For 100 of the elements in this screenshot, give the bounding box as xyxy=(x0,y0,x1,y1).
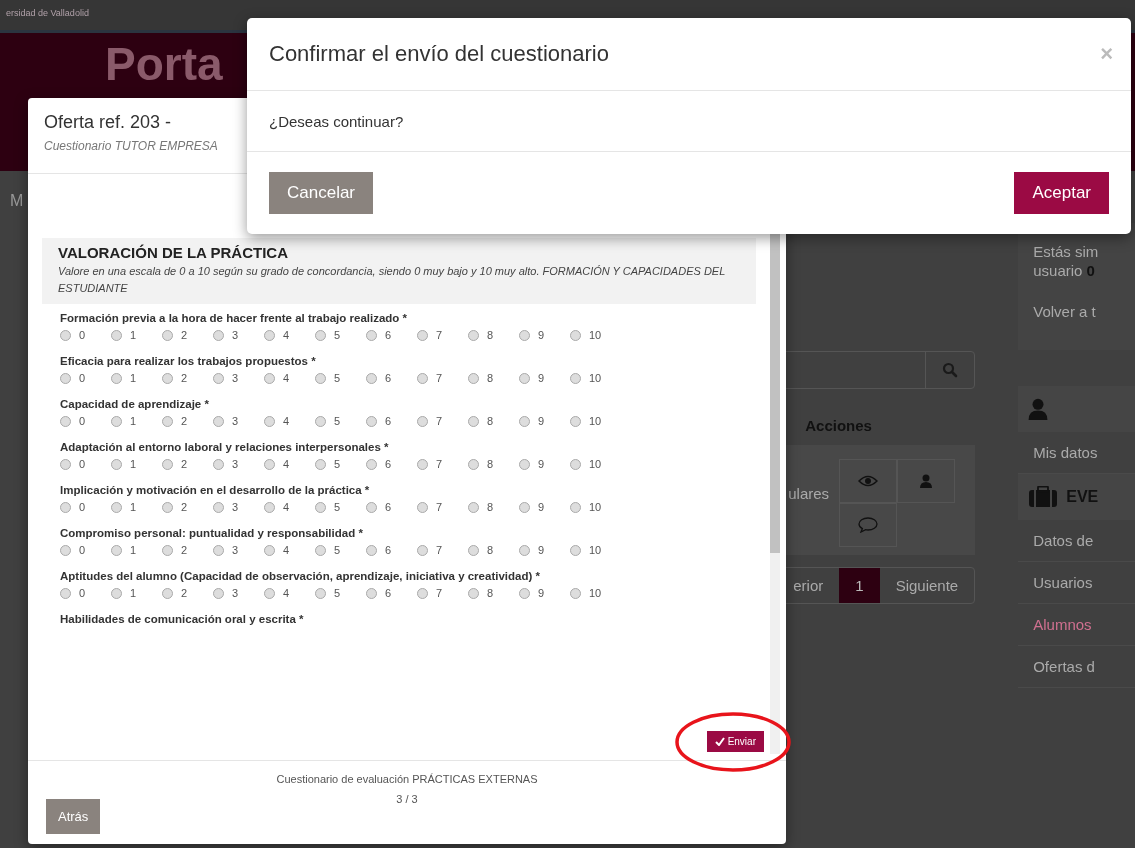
radio-button[interactable] xyxy=(468,587,479,599)
radio-button[interactable] xyxy=(213,372,224,384)
radio-button[interactable] xyxy=(519,415,530,427)
radio-button[interactable] xyxy=(519,544,530,556)
comment-button[interactable] xyxy=(839,503,898,547)
radio-button[interactable] xyxy=(213,329,224,341)
radio-button[interactable] xyxy=(570,372,581,384)
radio-button[interactable] xyxy=(264,587,275,599)
radio-button[interactable] xyxy=(60,415,71,427)
radio-button[interactable] xyxy=(519,587,530,599)
pagination-button[interactable]: Siguiente xyxy=(879,568,975,603)
radio-button[interactable] xyxy=(468,372,479,384)
radio-button[interactable] xyxy=(60,501,71,513)
radio-button[interactable] xyxy=(111,372,122,384)
radio-button[interactable] xyxy=(162,458,173,470)
radio-button[interactable] xyxy=(570,587,581,599)
radio-button[interactable] xyxy=(111,544,122,556)
radio-button[interactable] xyxy=(162,587,173,599)
user-button[interactable] xyxy=(897,459,956,503)
pagination-button[interactable]: 1 xyxy=(839,568,880,603)
back-button[interactable]: Atrás xyxy=(46,799,101,834)
radio-button[interactable] xyxy=(468,458,479,470)
radio-button[interactable] xyxy=(417,372,428,384)
radio-label: 2 xyxy=(181,329,188,341)
radio-button[interactable] xyxy=(315,501,326,513)
radio-button[interactable] xyxy=(366,544,377,556)
radio-button[interactable] xyxy=(111,501,122,513)
radio-label: 1 xyxy=(130,372,137,384)
radio-button[interactable] xyxy=(519,329,530,341)
radio-label: 9 xyxy=(538,544,545,556)
radio-button[interactable] xyxy=(417,587,428,599)
radio-button[interactable] xyxy=(366,415,377,427)
radio-button[interactable] xyxy=(417,329,428,341)
sidebar-item[interactable]: Ofertas d xyxy=(1018,646,1135,688)
radio-button[interactable] xyxy=(468,415,479,427)
accept-button[interactable]: Aceptar xyxy=(1014,172,1109,214)
radio-button[interactable] xyxy=(264,372,275,384)
radio-button[interactable] xyxy=(111,587,122,599)
radio-button[interactable] xyxy=(570,501,581,513)
radio-button[interactable] xyxy=(264,415,275,427)
cancel-button[interactable]: Cancelar xyxy=(269,172,374,214)
back-link[interactable]: Volver a t xyxy=(1033,303,1135,320)
radio-button[interactable] xyxy=(315,544,326,556)
radio-button[interactable] xyxy=(417,458,428,470)
radio-button[interactable] xyxy=(162,329,173,341)
radio-button[interactable] xyxy=(264,544,275,556)
sidebar-item[interactable]: Datos de xyxy=(1018,520,1135,562)
radio-button[interactable] xyxy=(60,544,71,556)
radio-button[interactable] xyxy=(519,458,530,470)
radio-button[interactable] xyxy=(366,501,377,513)
radio-button[interactable] xyxy=(315,329,326,341)
radio-button[interactable] xyxy=(264,458,275,470)
radio-button[interactable] xyxy=(468,329,479,341)
radio-button[interactable] xyxy=(60,458,71,470)
radio-button[interactable] xyxy=(60,372,71,384)
radio-button[interactable] xyxy=(366,372,377,384)
sidebar-item[interactable]: Alumnos xyxy=(1018,604,1135,646)
radio-button[interactable] xyxy=(213,415,224,427)
radio-button[interactable] xyxy=(60,329,71,341)
radio-button[interactable] xyxy=(570,544,581,556)
radio-button[interactable] xyxy=(570,329,581,341)
radio-button[interactable] xyxy=(468,544,479,556)
radio-button[interactable] xyxy=(162,501,173,513)
radio-button[interactable] xyxy=(366,458,377,470)
radio-label: 5 xyxy=(334,501,341,513)
radio-button[interactable] xyxy=(60,587,71,599)
radio-label: 3 xyxy=(232,329,239,341)
radio-button[interactable] xyxy=(519,372,530,384)
radio-button[interactable] xyxy=(264,501,275,513)
radio-button[interactable] xyxy=(111,458,122,470)
radio-label: 10 xyxy=(589,372,602,384)
radio-button[interactable] xyxy=(315,372,326,384)
radio-button[interactable] xyxy=(417,501,428,513)
radio-button[interactable] xyxy=(213,587,224,599)
view-button[interactable] xyxy=(839,459,898,503)
radio-button[interactable] xyxy=(570,415,581,427)
radio-button[interactable] xyxy=(162,544,173,556)
radio-button[interactable] xyxy=(519,501,530,513)
radio-button[interactable] xyxy=(213,458,224,470)
radio-button[interactable] xyxy=(315,587,326,599)
radio-button[interactable] xyxy=(264,329,275,341)
radio-button[interactable] xyxy=(213,544,224,556)
radio-button[interactable] xyxy=(468,501,479,513)
radio-button[interactable] xyxy=(417,415,428,427)
radio-button[interactable] xyxy=(162,372,173,384)
radio-button[interactable] xyxy=(417,544,428,556)
radio-button[interactable] xyxy=(570,458,581,470)
sidebar-item[interactable]: Usuarios xyxy=(1018,562,1135,604)
radio-button[interactable] xyxy=(111,415,122,427)
logo-text: ersidad de Valladolid xyxy=(5,8,89,20)
radio-button[interactable] xyxy=(162,415,173,427)
radio-button[interactable] xyxy=(366,329,377,341)
radio-button[interactable] xyxy=(213,501,224,513)
radio-button[interactable] xyxy=(315,415,326,427)
radio-button[interactable] xyxy=(315,458,326,470)
nav-item[interactable]: M xyxy=(10,192,24,210)
radio-button[interactable] xyxy=(111,329,122,341)
radio-button[interactable] xyxy=(366,587,377,599)
submit-button[interactable]: Enviar xyxy=(706,731,764,752)
radio-label: 8 xyxy=(487,501,494,513)
